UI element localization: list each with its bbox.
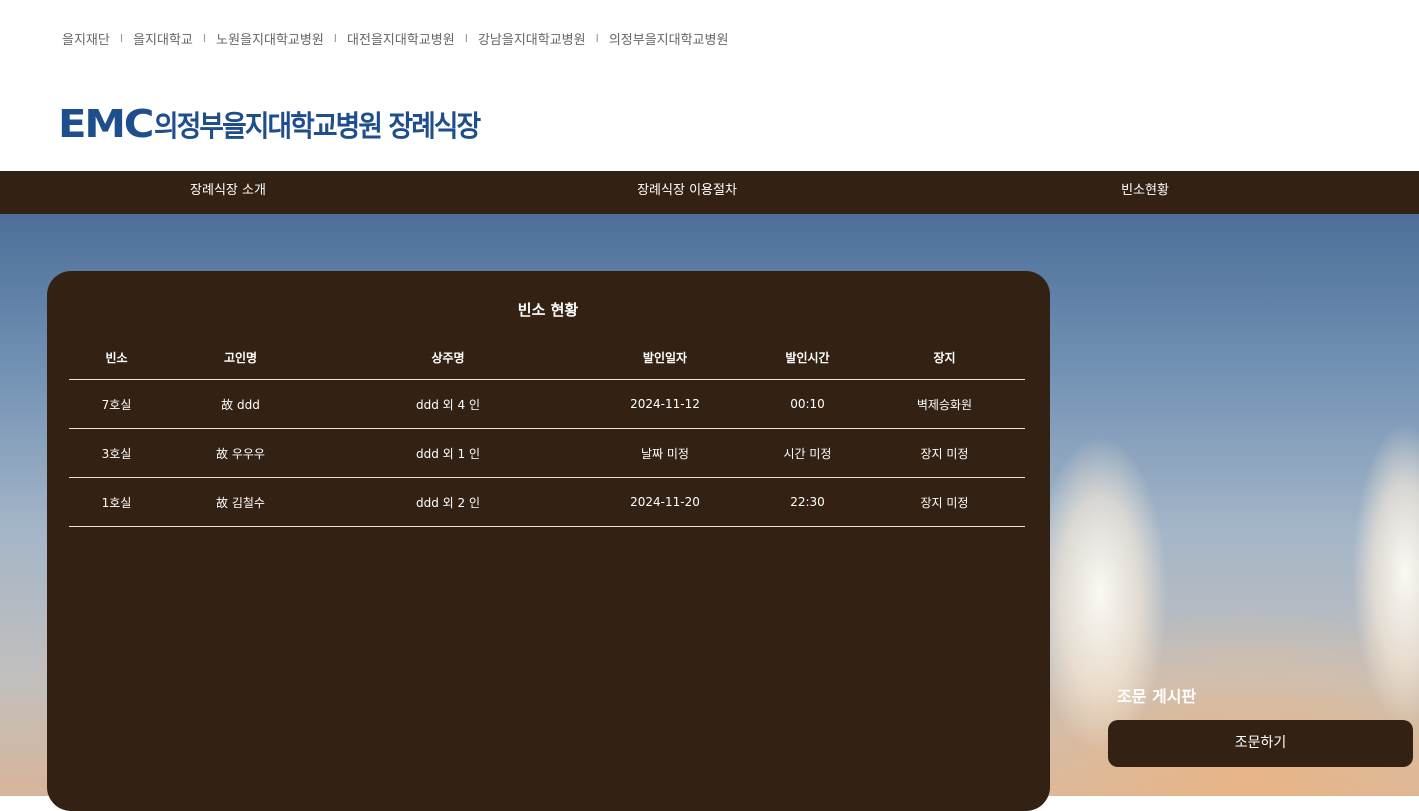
- cell-deceased: 故 우우우: [164, 428, 317, 478]
- separator: I: [595, 31, 599, 45]
- cell-room: 3호실: [69, 428, 164, 478]
- cell-burial-site: 장지 미정: [864, 428, 1025, 478]
- cell-departure-date: 2024-11-20: [579, 477, 751, 527]
- link-eulji-university[interactable]: 을지대학교: [133, 29, 193, 48]
- condolence-button[interactable]: 조문하기: [1108, 720, 1413, 767]
- separator: I: [119, 31, 124, 45]
- cell-departure-time: 00:10: [751, 379, 864, 429]
- separator: I: [202, 31, 207, 45]
- board-title: 조문 게시판: [1117, 687, 1197, 706]
- column-header-room: 빈소: [69, 336, 164, 380]
- nav-item-intro[interactable]: 장례식장 소개: [190, 171, 266, 214]
- cell-departure-date: 날짜 미정: [579, 428, 751, 478]
- network-links: 을지재단 I 을지대학교 I 노원을지대학교병원 I 대전을지대학교병원 I 강…: [62, 28, 728, 48]
- link-gangnam-hospital[interactable]: 강남을지대학교병원: [478, 29, 586, 48]
- column-header-deceased: 고인명: [164, 336, 317, 380]
- link-eulji-foundation[interactable]: 을지재단: [62, 29, 110, 48]
- table-row: 1호실 故 김철수 ddd 외 2 인 2024-11-20 22:30 장지 …: [69, 477, 1025, 527]
- column-header-departure-time: 발인시간: [751, 336, 864, 380]
- cell-burial-site: 장지 미정: [864, 477, 1025, 527]
- cell-room: 7호실: [69, 379, 164, 429]
- column-header-chief-mourner: 상주명: [317, 336, 579, 380]
- link-nowon-hospital[interactable]: 노원을지대학교병원: [216, 29, 324, 48]
- separator: I: [333, 31, 338, 45]
- cell-room: 1호실: [69, 477, 164, 527]
- logo-text: 의정부을지대학교병원 장례식장: [153, 109, 481, 143]
- link-daejeon-hospital[interactable]: 대전을지대학교병원: [347, 29, 455, 48]
- table-row: 7호실 故 ddd ddd 외 4 인 2024-11-12 00:10 벽제승…: [69, 379, 1025, 429]
- nav-item-procedure[interactable]: 장례식장 이용절차: [637, 171, 737, 214]
- table-row: 3호실 故 우우우 ddd 외 1 인 날짜 미정 시간 미정 장지 미정: [69, 428, 1025, 478]
- cell-chief-mourner: ddd 외 2 인: [317, 477, 579, 527]
- nav-item-status[interactable]: 빈소현황: [1121, 171, 1169, 214]
- link-uijeongbu-hospital[interactable]: 의정부을지대학교병원: [609, 29, 729, 48]
- cell-deceased: 故 김철수: [164, 477, 317, 527]
- cell-deceased: 故 ddd: [164, 379, 317, 429]
- emc-logo-mark: EMC: [58, 102, 154, 146]
- main-nav: 장례식장 소개 장례식장 이용절차 빈소현황: [0, 171, 1419, 214]
- cell-chief-mourner: ddd 외 1 인: [317, 428, 579, 478]
- status-table: 빈소 고인명 상주명 발인일자 발인시간 장지 7호실 故 ddd ddd 외 …: [69, 336, 1025, 527]
- separator: I: [464, 31, 468, 45]
- cell-departure-date: 2024-11-12: [579, 379, 751, 429]
- table-header-row: 빈소 고인명 상주명 발인일자 발인시간 장지: [69, 336, 1025, 380]
- status-title: 빈소 현황: [517, 301, 579, 319]
- column-header-burial-site: 장지: [864, 336, 1025, 380]
- site-logo[interactable]: EMC 의정부을지대학교병원 장례식장: [58, 104, 507, 144]
- cell-departure-time: 시간 미정: [751, 428, 864, 478]
- cell-chief-mourner: ddd 외 4 인: [317, 379, 579, 429]
- cell-departure-time: 22:30: [751, 477, 864, 527]
- column-header-departure-date: 발인일자: [579, 336, 751, 380]
- cell-burial-site: 벽제승화원: [864, 379, 1025, 429]
